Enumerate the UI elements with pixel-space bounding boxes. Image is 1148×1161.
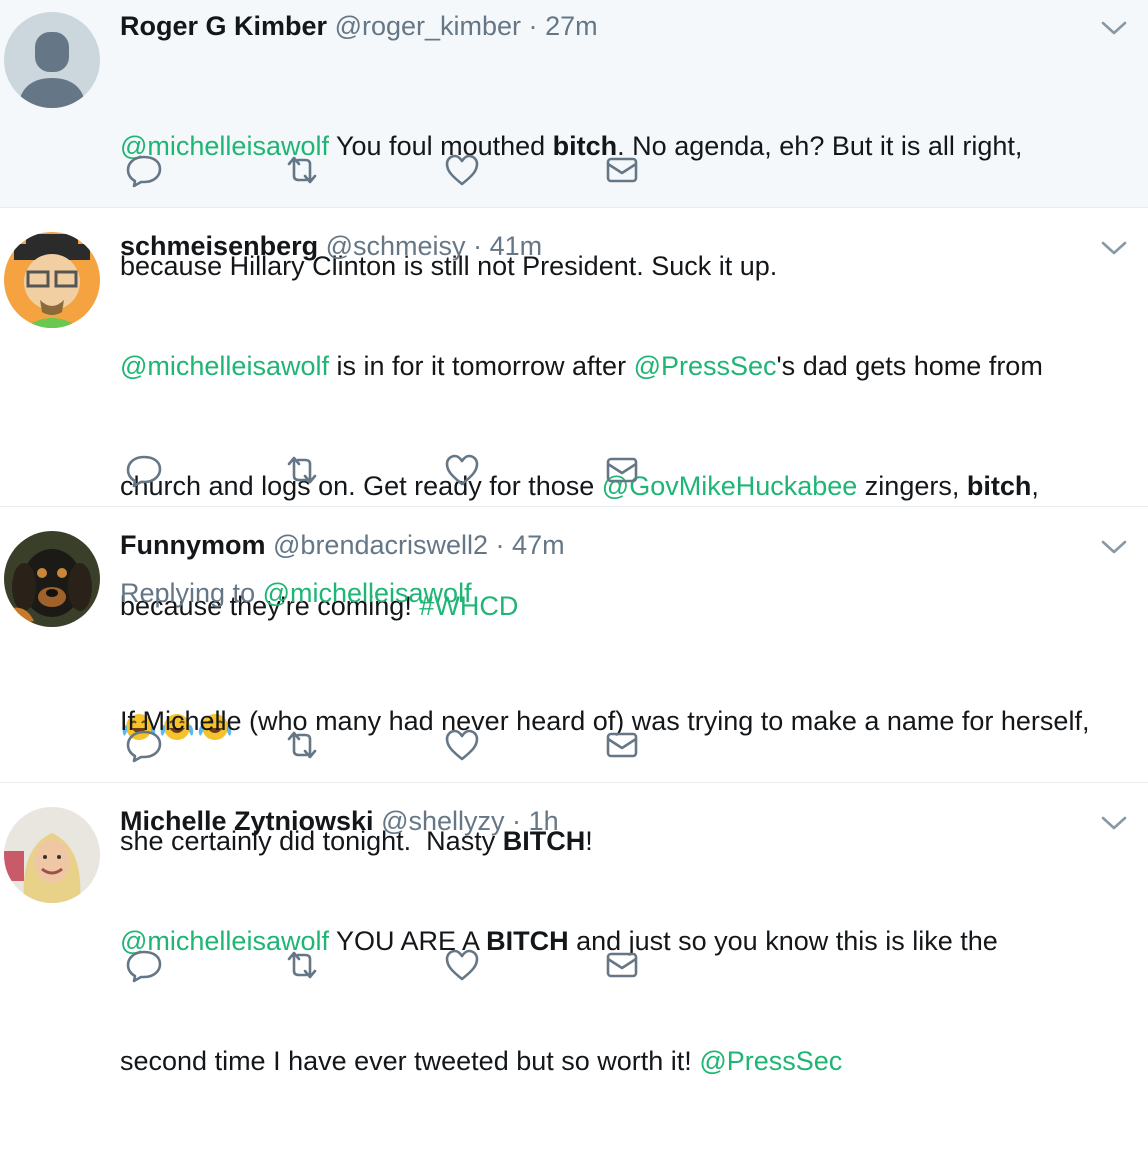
timestamp[interactable]: 1h bbox=[529, 806, 559, 836]
tweet-header: Roger G Kimber @roger_kimber · 27m bbox=[120, 6, 1128, 46]
like-button[interactable] bbox=[438, 148, 486, 192]
text-segment: , bbox=[1031, 471, 1039, 501]
like-button[interactable] bbox=[438, 448, 486, 492]
retweet-button[interactable] bbox=[278, 723, 326, 767]
user-handle[interactable]: @schmeisy bbox=[326, 231, 466, 261]
separator-dot: · bbox=[512, 806, 522, 836]
reply-button[interactable] bbox=[120, 943, 168, 987]
mention-link[interactable]: @PressSec bbox=[699, 1046, 842, 1076]
direct-message-button[interactable] bbox=[598, 943, 646, 987]
reply-icon bbox=[124, 452, 164, 488]
replying-to-label: Replying to bbox=[120, 578, 263, 608]
replying-to-mention[interactable]: @michelleisawolf bbox=[263, 578, 472, 608]
mention-link[interactable]: @michelleisawolf bbox=[120, 351, 329, 381]
retweet-button[interactable] bbox=[278, 148, 326, 192]
heart-icon bbox=[442, 452, 482, 488]
display-name[interactable]: Michelle Zytniowski bbox=[120, 806, 374, 836]
direct-message-button[interactable] bbox=[598, 723, 646, 767]
direct-message-button[interactable] bbox=[598, 448, 646, 492]
chevron-down-icon[interactable] bbox=[1100, 18, 1128, 38]
text-segment: zingers, bbox=[857, 471, 967, 501]
reply-icon bbox=[124, 152, 164, 188]
envelope-icon bbox=[602, 947, 642, 983]
like-button[interactable] bbox=[438, 943, 486, 987]
text-segment: second time I have ever tweeted but so w… bbox=[120, 1046, 700, 1076]
separator-dot: · bbox=[495, 530, 505, 560]
tweet-text: @michelleisawolf YOU ARE A BITCH and jus… bbox=[120, 841, 1128, 1161]
reply-button[interactable] bbox=[120, 723, 168, 767]
avatar[interactable] bbox=[4, 12, 100, 108]
separator-dot: · bbox=[528, 11, 538, 41]
heart-icon bbox=[442, 152, 482, 188]
avatar[interactable] bbox=[4, 531, 100, 627]
display-name[interactable]: Roger G Kimber bbox=[120, 11, 327, 41]
reply-icon bbox=[124, 727, 164, 763]
tweet-item[interactable]: Roger G Kimber @roger_kimber · 27m @mich… bbox=[0, 0, 1148, 281]
reply-button[interactable] bbox=[120, 148, 168, 192]
user-handle[interactable]: @roger_kimber bbox=[335, 11, 521, 41]
heart-icon bbox=[442, 727, 482, 763]
display-name[interactable]: Funnymom bbox=[120, 530, 266, 560]
retweet-icon bbox=[282, 452, 322, 488]
retweet-button[interactable] bbox=[278, 943, 326, 987]
user-handle[interactable]: @brendacriswell2 bbox=[273, 530, 488, 560]
tweet-header: schmeisenberg @schmeisy · 41m bbox=[120, 226, 1128, 266]
tweet-text-line: @michelleisawolf is in for it tomorrow a… bbox=[120, 346, 1128, 386]
default-avatar-icon bbox=[4, 12, 100, 108]
retweet-icon bbox=[282, 727, 322, 763]
display-name[interactable]: schmeisenberg bbox=[120, 231, 318, 261]
timestamp[interactable]: 41m bbox=[490, 231, 543, 261]
tweet-actions bbox=[120, 148, 680, 192]
tweet-actions bbox=[120, 448, 680, 492]
user-handle[interactable]: @shellyzy bbox=[381, 806, 504, 836]
avatar[interactable] bbox=[4, 807, 100, 903]
retweet-button[interactable] bbox=[278, 448, 326, 492]
envelope-icon bbox=[602, 452, 642, 488]
chevron-down-icon[interactable] bbox=[1100, 238, 1128, 258]
tweet-item[interactable]: Funnymom @brendacriswell2 · 47m Replying… bbox=[0, 507, 1148, 856]
envelope-icon bbox=[602, 727, 642, 763]
text-segment: 's dad gets home from bbox=[776, 351, 1043, 381]
mention-link[interactable]: @PressSec bbox=[634, 351, 777, 381]
timestamp[interactable]: 27m bbox=[545, 11, 598, 41]
photo-avatar-icon bbox=[4, 807, 100, 903]
tweet-header: Funnymom @brendacriswell2 · 47m bbox=[120, 525, 1128, 565]
chevron-down-icon[interactable] bbox=[1100, 537, 1128, 557]
timestamp[interactable]: 47m bbox=[512, 530, 565, 560]
envelope-icon bbox=[602, 152, 642, 188]
tweet-actions bbox=[120, 943, 680, 987]
separator-dot: · bbox=[473, 231, 483, 261]
reply-icon bbox=[124, 947, 164, 983]
text-segment: is in for it tomorrow after bbox=[328, 351, 634, 381]
replying-to: Replying to @michelleisawolf bbox=[120, 573, 1128, 613]
like-button[interactable] bbox=[438, 723, 486, 767]
retweet-icon bbox=[282, 152, 322, 188]
tweet-header: Michelle Zytniowski @shellyzy · 1h bbox=[120, 801, 1128, 841]
retweet-icon bbox=[282, 947, 322, 983]
avatar[interactable] bbox=[4, 232, 100, 328]
dog-avatar-icon bbox=[4, 531, 100, 627]
tweet-text-line: second time I have ever tweeted but so w… bbox=[120, 1041, 1128, 1081]
direct-message-button[interactable] bbox=[598, 148, 646, 192]
chevron-down-icon[interactable] bbox=[1100, 813, 1128, 833]
bold-text: bitch bbox=[966, 471, 1032, 501]
tweet-actions bbox=[120, 723, 680, 767]
cartoon-avatar-icon bbox=[4, 232, 100, 328]
reply-button[interactable] bbox=[120, 448, 168, 492]
tweet-item[interactable]: Michelle Zytniowski @shellyzy · 1h @mich… bbox=[0, 783, 1148, 1076]
heart-icon bbox=[442, 947, 482, 983]
tweet-item[interactable]: schmeisenberg @schmeisy · 41m @michellei… bbox=[0, 208, 1148, 507]
